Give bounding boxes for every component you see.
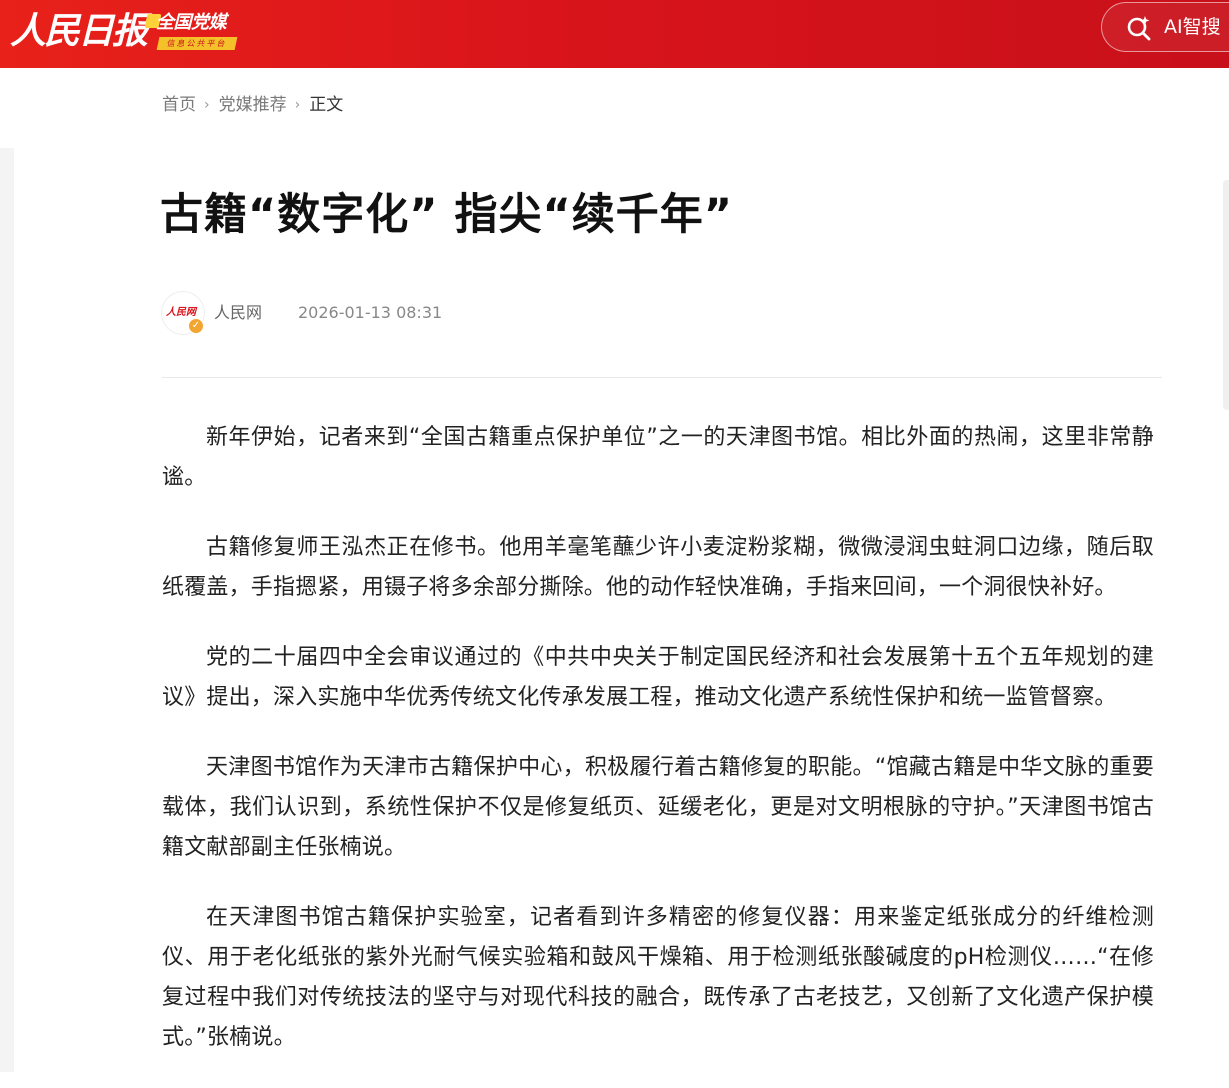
source-name[interactable]: 人民网 xyxy=(214,292,262,334)
article-paragraph: 党的二十届四中全会审议通过的《中共中央关于制定国民经济和社会发展第十五个五年规划… xyxy=(162,645,1154,710)
ai-search-label: AI智搜 xyxy=(1164,16,1221,38)
page-side-shade xyxy=(0,148,14,1072)
breadcrumb: 首页 › 党媒推荐 › 正文 xyxy=(162,92,343,118)
article-paragraph: 天津图书馆作为天津市古籍保护中心，积极履行着古籍修复的职能。“馆藏古籍是中华文脉… xyxy=(162,755,1154,860)
article-meta: 人民网 ✓ 人民网 2026-01-13 08:31 xyxy=(162,292,1162,334)
article-paragraph: 古籍修复师王泓杰正在修书。他用羊毫笔蘸少许小麦淀粉浆糊，微微浸润虫蛀洞口边缘，随… xyxy=(162,535,1154,600)
chevron-right-icon: › xyxy=(204,97,210,113)
party-media-badge[interactable]: 全国党媒 信息公共平台 xyxy=(144,10,238,52)
publish-time: 2026-01-13 08:31 xyxy=(298,303,443,322)
badge-subtitle: 信息公共平台 xyxy=(156,37,238,50)
breadcrumb-current: 正文 xyxy=(309,95,344,115)
article-paragraph: 在天津图书馆古籍保护实验室，记者看到许多精密的修复仪器：用来鉴定纸张成分的纤维检… xyxy=(162,905,1154,1050)
article-title: 古籍“数字化” 指尖“续千年” xyxy=(160,190,734,240)
breadcrumb-party-media[interactable]: 党媒推荐 xyxy=(219,95,287,115)
ai-search-button[interactable]: AI智搜 xyxy=(1101,2,1229,52)
ai-search-icon xyxy=(1127,16,1151,41)
peoples-daily-logo[interactable]: 人民日报 xyxy=(10,6,148,56)
chevron-right-icon: › xyxy=(294,97,301,113)
article-body: 新年伊始，记者来到“全国古籍重点保护单位”之一的天津图书馆。相比外面的热闹，这里… xyxy=(162,418,1154,1088)
meta-divider xyxy=(162,377,1162,378)
right-floating-panel-edge[interactable] xyxy=(1223,180,1229,410)
verified-icon: ✓ xyxy=(188,318,204,334)
top-header: 人民日报 全国党媒 信息公共平台 AI智搜 xyxy=(0,0,1229,68)
source-avatar[interactable]: 人民网 ✓ xyxy=(162,292,204,334)
source-avatar-logo: 人民网 xyxy=(166,307,196,318)
article-paragraph: 新年伊始，记者来到“全国古籍重点保护单位”之一的天津图书馆。相比外面的热闹，这里… xyxy=(162,425,1154,490)
badge-title: 全国党媒 xyxy=(156,12,227,33)
breadcrumb-home[interactable]: 首页 xyxy=(162,95,196,115)
